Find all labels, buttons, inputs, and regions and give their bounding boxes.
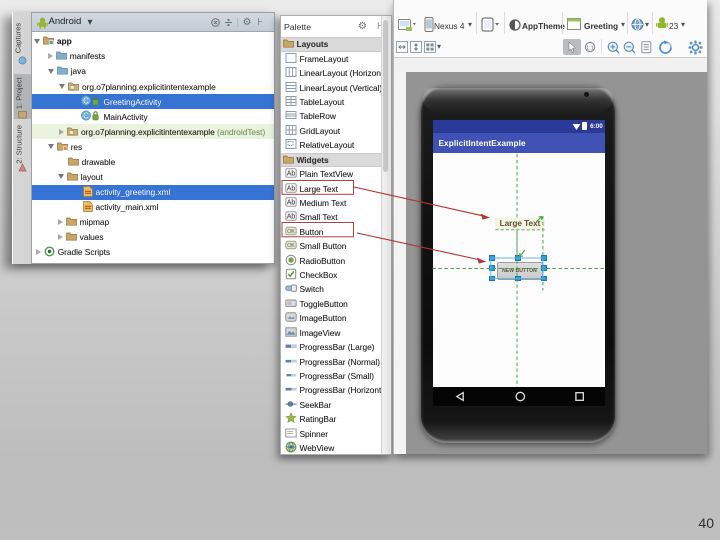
svg-text:OK: OK — [287, 243, 295, 249]
svg-text:Ab: Ab — [286, 171, 295, 178]
svg-text:C: C — [83, 96, 89, 105]
svg-text:1:1: 1:1 — [586, 45, 594, 51]
svg-text:C: C — [83, 111, 89, 120]
svg-text:Ab: Ab — [286, 200, 295, 207]
svg-text:Ab: Ab — [286, 185, 295, 192]
svg-text:OK: OK — [287, 229, 295, 235]
svg-text:Ab: Ab — [286, 214, 295, 221]
